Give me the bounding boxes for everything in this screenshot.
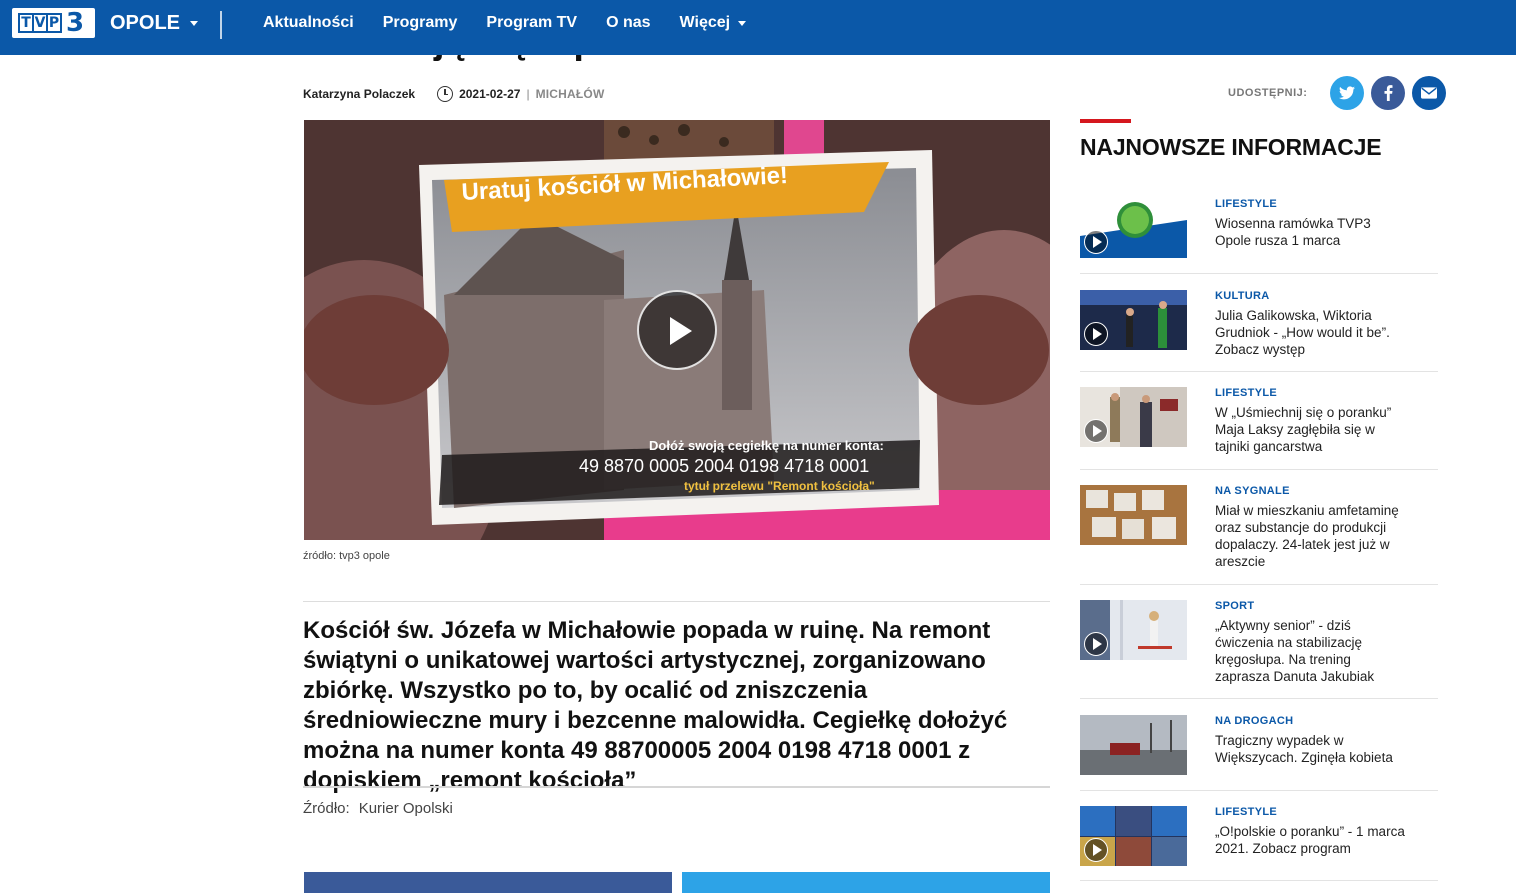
nav-program-tv[interactable]: Program TV [486,14,577,32]
twitter-icon [1339,86,1356,100]
article-source: Źródło: Kurier Opolski [303,800,453,817]
play-icon [1084,230,1108,254]
play-icon [1084,632,1108,656]
site-header: TVP 3 OPOLE Aktualności Programy Program… [0,0,1516,55]
source-label: Źródło: [303,800,350,817]
divider [1080,880,1438,881]
divider [1080,469,1438,470]
location-tag[interactable]: MICHAŁÓW [536,87,605,101]
author-name[interactable]: Katarzyna Polaczek [303,87,415,101]
mail-icon [1421,87,1438,99]
news-thumbnail[interactable] [1080,715,1187,775]
region-selector[interactable]: OPOLE [110,12,199,35]
news-title[interactable]: Tragiczny wypadek w Większycach. Zginęła… [1215,732,1405,766]
news-thumbnail[interactable] [1080,806,1187,866]
divider [1080,371,1438,372]
news-title[interactable]: „Aktywny senior” - dziś ćwiczenia na sta… [1215,617,1405,685]
share-label: UDOSTĘPNIJ: [1228,87,1308,99]
play-button[interactable] [637,290,717,370]
nav-aktualnosci[interactable]: Aktualności [263,14,354,32]
news-thumbnail[interactable] [1080,600,1187,660]
twitter-share-button[interactable] [1330,76,1365,110]
facebook-icon [1384,85,1393,101]
main-nav: Aktualności Programy Program TV O nas Wi… [263,14,747,32]
news-category[interactable]: SPORT [1215,600,1254,612]
tvp3-logo[interactable]: TVP 3 [12,8,95,38]
clock-icon [437,86,454,102]
news-title[interactable]: W „Uśmiechnij się o poranku” Maja Laksy … [1215,404,1405,455]
logo-number: 3 [66,8,85,38]
news-thumbnail[interactable] [1080,290,1187,350]
play-icon [1084,322,1108,346]
article-lead: Kościół św. Józefa w Michałowie popada w… [303,617,1008,794]
video-caption: źródło: tvp3 opole [303,550,390,562]
article-video[interactable]: Uratuj kościół w Michałowie! Dołóż swoją… [304,120,1050,540]
region-label: OPOLE [110,12,181,34]
news-category[interactable]: KULTURA [1215,290,1269,302]
logo-letters: TVP [18,13,62,33]
news-category[interactable]: LIFESTYLE [1215,198,1277,210]
publish-date: 2021-02-27 [459,87,521,101]
sign-line1: Dołóż swoją cegiełkę na numer konta: [649,438,884,453]
news-title[interactable]: „O!polskie o poranku” - 1 marca 2021. Zo… [1215,823,1405,857]
news-thumbnail[interactable] [1080,485,1187,545]
email-share-button[interactable] [1412,76,1447,110]
divider [1080,790,1438,791]
news-title[interactable]: Julia Galikowska, Wiktoria Grudniok - „H… [1215,307,1405,358]
news-category[interactable]: LIFESTYLE [1215,387,1277,399]
facebook-share-large-button[interactable] [304,872,672,893]
divider [303,601,1050,602]
sign-line3: tytuł przelewu "Remont kościoła" [684,479,875,493]
meta-separator: | [526,87,530,101]
nav-wiecej-label: Więcej [679,14,731,31]
twitter-share-large-button[interactable] [682,872,1050,893]
divider [303,786,1050,788]
latest-news-title: NAJNOWSZE INFORMACJE [1080,134,1382,160]
share-bar: UDOSTĘPNIJ: [1228,76,1447,110]
chevron-down-icon [190,21,199,26]
chevron-down-icon [738,20,747,26]
section-accent-rule [1080,119,1131,123]
source-value: Kurier Opolski [358,800,453,817]
divider [1080,584,1438,585]
divider [1080,273,1438,274]
news-thumbnail[interactable] [1080,387,1187,447]
nav-wiecej[interactable]: Więcej [680,14,747,32]
news-category[interactable]: NA SYGNALE [1215,485,1290,497]
news-category[interactable]: NA DROGACH [1215,715,1293,727]
nav-o-nas[interactable]: O nas [606,14,650,32]
divider [1080,698,1438,699]
news-category[interactable]: LIFESTYLE [1215,806,1277,818]
sign-account: 49 8870 0005 2004 0198 4718 0001 [579,456,869,476]
news-title[interactable]: Miał w mieszkaniu amfetaminę oraz substa… [1215,502,1405,570]
news-thumbnail[interactable] [1080,198,1187,258]
header-divider [220,11,222,39]
facebook-share-button[interactable] [1371,76,1406,110]
nav-programy[interactable]: Programy [383,14,458,32]
news-title[interactable]: Wiosenna ramówka TVP3 Opole rusza 1 marc… [1215,215,1405,249]
play-icon [1084,838,1108,862]
play-icon [1084,419,1108,443]
article-meta: Katarzyna Polaczek 2021-02-27 | MICHAŁÓW [303,86,605,102]
